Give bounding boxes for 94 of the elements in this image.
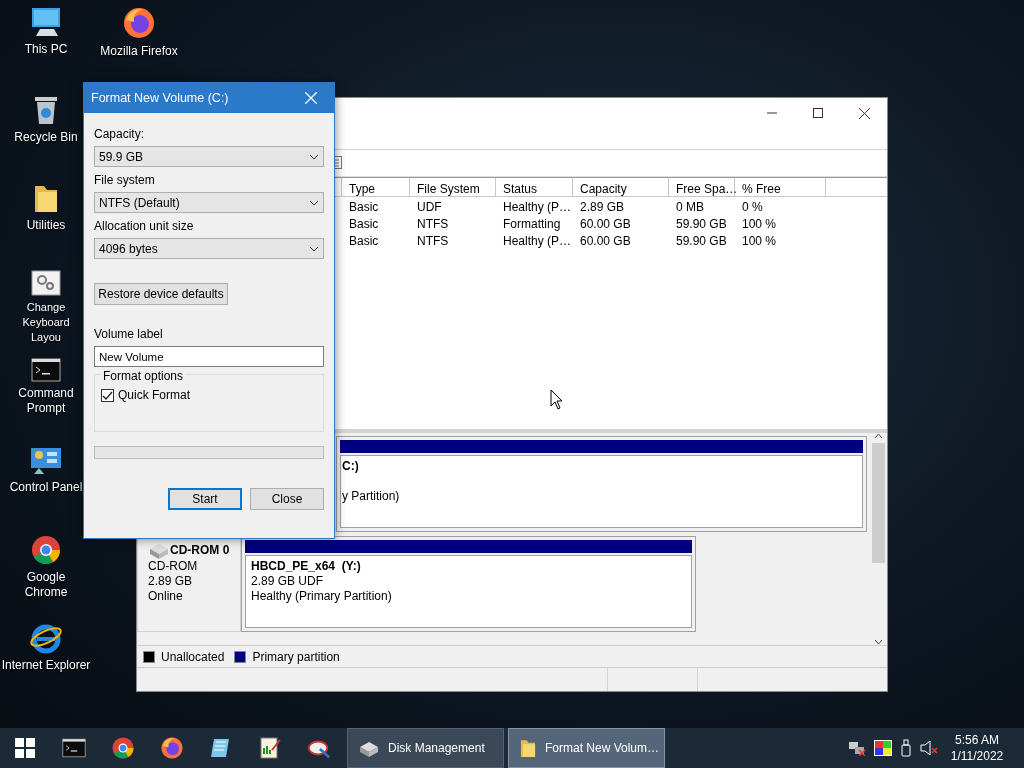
- restore-defaults-button[interactable]: Restore device defaults: [94, 283, 228, 305]
- table-cell-text: Formatting: [502, 216, 562, 231]
- dropdown[interactable]: NTFS (Default): [94, 192, 324, 213]
- chrome-icon[interactable]: [30, 534, 62, 566]
- color-palette-icon[interactable]: [874, 740, 892, 756]
- close-button[interactable]: Close: [250, 488, 324, 510]
- partition-detail: Healthy (Primary Partition): [251, 589, 393, 604]
- firefox-icon[interactable]: [122, 6, 156, 40]
- start-button[interactable]: Start: [168, 488, 242, 510]
- scrollbar-thumb[interactable]: [872, 443, 885, 563]
- table-cell-text: 2.89 GB: [579, 199, 626, 214]
- disk-detail: CD-ROM: [148, 559, 199, 574]
- maximize-button[interactable]: [813, 108, 823, 118]
- table-cell-text: 60.00 GB: [579, 216, 632, 231]
- disk-detail: 2.89 GB: [148, 574, 194, 589]
- usb-icon[interactable]: [900, 739, 912, 757]
- scroll-up-icon[interactable]: [874, 433, 883, 439]
- control-panel-icon[interactable]: [30, 446, 62, 476]
- table-cell-text: 100 %: [741, 216, 778, 231]
- pc-icon[interactable]: [29, 6, 63, 38]
- column-header[interactable]: File System: [410, 178, 496, 196]
- disk-drive-icon: [358, 739, 380, 757]
- table-cell-text: NTFS: [416, 216, 450, 231]
- dropdown[interactable]: 59.9 GB: [94, 146, 324, 167]
- taskbar-button[interactable]: Disk Management: [347, 728, 504, 768]
- firefox-icon[interactable]: [159, 736, 184, 760]
- clock-date[interactable]: 1/11/2022: [942, 748, 1012, 764]
- partition-name: C:): [342, 459, 360, 474]
- chrome-icon[interactable]: [110, 736, 135, 760]
- partition-detail: y Partition): [342, 489, 401, 504]
- desktop-icon-label[interactable]: Recycle Bin: [14, 130, 78, 145]
- desktop-icon-label[interactable]: Mozilla Firefox: [100, 44, 178, 59]
- desktop-icon-label[interactable]: Google Chrome: [8, 570, 84, 600]
- taskbar-button[interactable]: Format New Volum…: [508, 728, 665, 768]
- partition-block[interactable]: HBCD_PE_x64 (Y:) 2.89 GB UDF Healthy (Primary Partition): [241, 536, 696, 632]
- table-cell-text: 59.90 GB: [675, 216, 728, 231]
- disk-name: CD-ROM 0: [170, 542, 230, 558]
- volume-muted-icon[interactable]: [920, 740, 938, 756]
- mouse-cursor-icon: [550, 389, 563, 410]
- desktop-icon-label[interactable]: This PC: [24, 42, 68, 57]
- desktop-icon-label[interactable]: Control Panel: [9, 480, 83, 495]
- checkbox-label[interactable]: Quick Format: [118, 386, 190, 404]
- field-label: File system: [94, 172, 156, 189]
- checkbox[interactable]: [101, 388, 114, 402]
- table-cell-text: 59.90 GB: [675, 233, 728, 248]
- document-editor-icon[interactable]: [257, 736, 282, 760]
- column-header[interactable]: Free Spa…: [669, 178, 735, 196]
- command-prompt-icon[interactable]: [61, 736, 86, 760]
- desktop-icon-label[interactable]: Utilities: [26, 218, 66, 233]
- chevron-icon: [309, 199, 319, 206]
- clock-time[interactable]: 5:56 AM: [942, 732, 1012, 748]
- partition-name: HBCD_PE_x64 (Y:): [251, 559, 362, 574]
- close-button[interactable]: [858, 107, 870, 119]
- table-cell-text: Basic: [348, 216, 380, 231]
- disk-drive-icon: [148, 541, 170, 559]
- table-cell-text: 0 MB: [675, 199, 705, 214]
- column-header[interactable]: Capacity: [573, 178, 669, 196]
- settings-window-icon[interactable]: [31, 270, 61, 296]
- column-header[interactable]: Type: [342, 178, 410, 196]
- desktop-icon-label[interactable]: Command Prompt: [8, 386, 84, 416]
- desktop-icon-label[interactable]: Internet Explorer: [1, 658, 91, 673]
- table-cell-text: UDF: [416, 199, 443, 214]
- table-cell-text: 100 %: [741, 233, 778, 248]
- field-label: Capacity:: [94, 126, 146, 143]
- group-title: Format options: [101, 369, 186, 383]
- partition-block[interactable]: C:) y Partition): [336, 436, 867, 532]
- dialog-title: Format New Volume (C:): [91, 89, 229, 107]
- field-label: Volume label: [94, 326, 164, 343]
- command-prompt-icon[interactable]: [31, 358, 61, 382]
- table-cell-text: NTFS: [416, 233, 450, 248]
- dropdown[interactable]: 4096 bytes: [94, 238, 324, 259]
- start-button[interactable]: [14, 738, 35, 758]
- table-cell-text: Basic: [348, 199, 380, 214]
- volume-label-field[interactable]: New Volume: [94, 346, 324, 367]
- chevron-icon: [309, 245, 319, 252]
- legend-label: Unallocated: [161, 648, 225, 666]
- field-label: Allocation unit size: [94, 218, 195, 235]
- table-cell-text: Healthy (P…: [502, 199, 573, 214]
- network-icon[interactable]: [848, 740, 866, 756]
- chevron-icon: [309, 153, 319, 160]
- partition-detail: 2.89 GB UDF: [251, 574, 325, 589]
- column-header[interactable]: % Free: [735, 178, 826, 196]
- legend-label: Primary partition: [252, 648, 340, 666]
- column-header[interactable]: Status: [496, 178, 573, 196]
- table-cell-text: Healthy (P…: [502, 233, 573, 248]
- table-cell-text: 0 %: [741, 199, 764, 214]
- table-cell-text: 60.00 GB: [579, 233, 632, 248]
- scrollbar[interactable]: [870, 433, 887, 645]
- disk-detail: Online: [148, 589, 184, 604]
- internet-explorer-icon[interactable]: [29, 622, 63, 654]
- table-cell-text: Basic: [348, 233, 380, 248]
- desktop-icon-label[interactable]: Change Keyboard Layou: [8, 300, 84, 345]
- folder-icon: [519, 737, 537, 759]
- scroll-down-icon[interactable]: [874, 639, 883, 645]
